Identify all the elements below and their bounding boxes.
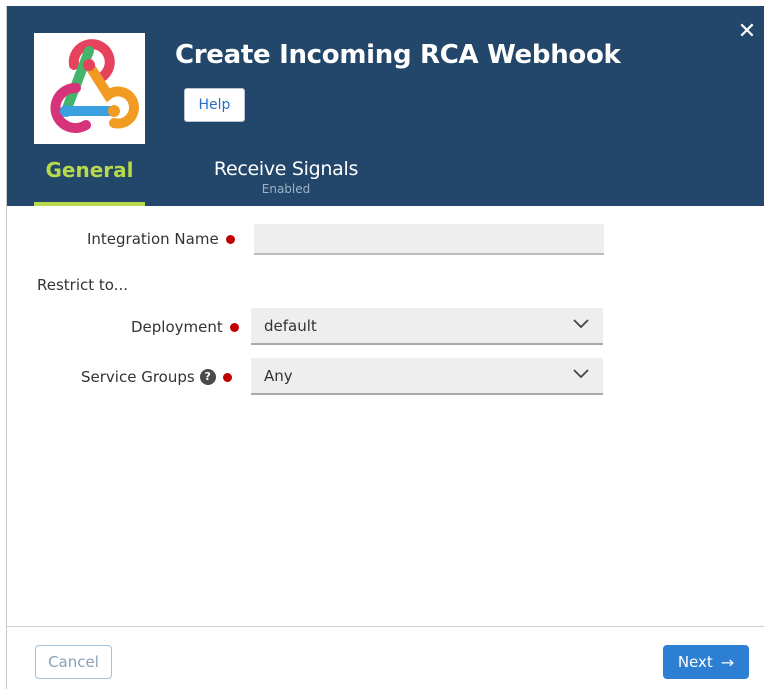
cancel-button[interactable]: Cancel	[35, 645, 112, 679]
chevron-down-icon	[573, 369, 589, 379]
deployment-row-label: Deployment	[131, 318, 239, 336]
tab-general-label: General	[45, 158, 134, 182]
tab-receive-signals-label: Receive Signals	[213, 158, 359, 180]
integration-name-label: Integration Name	[87, 230, 219, 248]
deployment-label: Deployment	[131, 318, 223, 336]
required-indicator	[229, 322, 239, 332]
service-groups-row-label: Service Groups ?	[81, 368, 232, 386]
restrict-to-label: Restrict to...	[37, 276, 129, 294]
tab-general[interactable]: General	[34, 153, 145, 206]
integration-name-row-label: Integration Name	[87, 230, 235, 248]
deployment-select[interactable]: default	[251, 308, 603, 345]
help-button[interactable]: Help	[184, 88, 245, 122]
service-groups-select[interactable]: Any	[251, 358, 603, 395]
webhook-logo	[34, 33, 145, 144]
next-button-label: Next	[677, 653, 713, 671]
webhook-dialog: Create Incoming RCA Webhook Help ✕ Gener…	[6, 6, 764, 689]
integration-name-input[interactable]	[254, 224, 604, 255]
service-groups-label: Service Groups	[81, 368, 195, 386]
dialog-title: Create Incoming RCA Webhook	[175, 40, 621, 70]
question-circle-icon[interactable]: ?	[199, 369, 216, 385]
deployment-value: default	[264, 316, 317, 335]
footer-divider	[7, 626, 764, 627]
close-icon[interactable]: ✕	[733, 18, 761, 46]
next-button[interactable]: Next →	[663, 645, 749, 679]
tab-receive-signals[interactable]: Receive Signals Enabled	[201, 153, 371, 206]
dialog-header: Create Incoming RCA Webhook Help ✕ Gener…	[7, 6, 764, 206]
required-indicator	[225, 234, 235, 244]
required-indicator	[222, 372, 232, 382]
webhook-icon	[50, 39, 139, 133]
tab-receive-signals-status: Enabled	[261, 182, 311, 196]
active-tab-indicator	[34, 202, 145, 206]
chevron-down-icon	[573, 319, 589, 329]
service-groups-value: Any	[264, 366, 293, 385]
arrow-right-icon: →	[720, 652, 735, 672]
